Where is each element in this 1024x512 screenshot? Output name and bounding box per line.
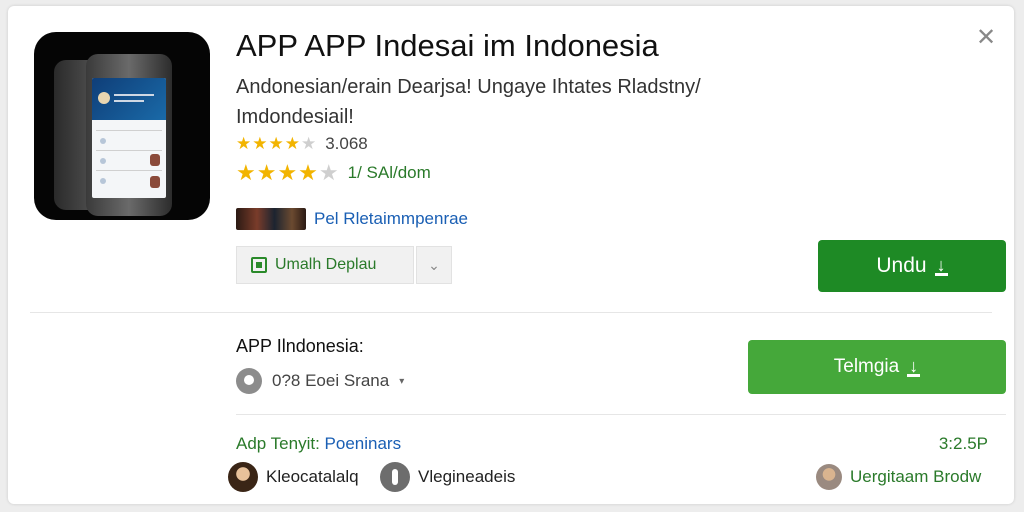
star-rating-icon: ★★★★★ — [236, 160, 340, 185]
section-title: APP Ilndonesia: — [236, 336, 364, 356]
info-avatar-icon — [380, 462, 410, 492]
reviewer-item[interactable]: Uergitaam Brodw — [816, 464, 981, 490]
phone-graphic — [86, 54, 172, 216]
reviewer-name: Uergitaam Brodw — [850, 467, 982, 486]
reviewer-name: Kleocatalalq — [266, 467, 359, 486]
wishlist-label: Umalh Deplau — [275, 256, 377, 273]
avatar — [816, 464, 842, 490]
chevron-down-icon[interactable]: ⌄ — [416, 246, 452, 284]
subtitle-line-1: Andonesian/erain Dearjsa! Ungaye Ihtates… — [236, 76, 701, 98]
close-icon[interactable]: ✕ — [974, 26, 998, 50]
subtitle-line-2: Imdondesiail! — [236, 106, 354, 128]
location-selector[interactable]: 0?8 Eoei Srana ▾ — [236, 368, 404, 394]
list-heading[interactable]: Adp Tenyit: Poeninars — [236, 434, 401, 454]
app-subtitle: Andonesian/erain Dearjsa! Ungaye Ihtates… — [236, 72, 756, 132]
divider — [236, 414, 1006, 415]
location-label: 0?8 Eoei Srana — [272, 371, 390, 390]
rating-row-2: ★★★★★ 1/ SAl/dom — [236, 160, 431, 186]
download-icon: ↓ — [907, 355, 921, 377]
rating-row: ★★★★★ 3.068 — [236, 134, 368, 154]
rating-value: 3.068 — [325, 134, 368, 153]
wishlist-button[interactable]: Umalh Deplau — [236, 246, 414, 284]
list-heading-link: Poeninars — [324, 434, 402, 453]
caret-down-icon: ▾ — [399, 375, 405, 387]
secondary-install-button[interactable]: Telmgia ↓ — [748, 340, 1006, 394]
publisher-name: Pel Rletaimmpenrae — [314, 209, 469, 228]
avatar — [228, 462, 258, 492]
location-icon — [236, 368, 262, 394]
app-icon[interactable] — [34, 32, 210, 220]
list-value: 3:2.5P — [938, 434, 988, 453]
reviewer-item[interactable]: Kleocatalalq — [228, 462, 359, 492]
phone-screen — [92, 78, 166, 198]
divider — [30, 312, 992, 313]
star-rating-icon: ★★★★★ — [236, 134, 318, 153]
app-title: APP APP Indesai im Indonesia — [236, 28, 659, 63]
secondary-install-label: Telmgia — [833, 356, 900, 377]
bookmark-icon — [251, 257, 267, 273]
list-heading-green: Adp Tenyit: — [236, 434, 320, 453]
install-label: Undu — [876, 254, 927, 277]
app-listing-card: ✕ APP APP Indesai im Indonesia Andonesia… — [8, 6, 1014, 504]
reviewer-name: Vlegineadeis — [418, 467, 516, 486]
publisher-thumbnail — [236, 208, 306, 230]
rating-label: 1/ SAl/dom — [347, 163, 431, 182]
reviewer-item[interactable]: Vlegineadeis — [380, 462, 515, 492]
download-icon: ↓ — [934, 254, 948, 276]
install-button[interactable]: Undu ↓ — [818, 240, 1006, 292]
publisher-link[interactable]: Pel Rletaimmpenrae — [236, 208, 468, 230]
